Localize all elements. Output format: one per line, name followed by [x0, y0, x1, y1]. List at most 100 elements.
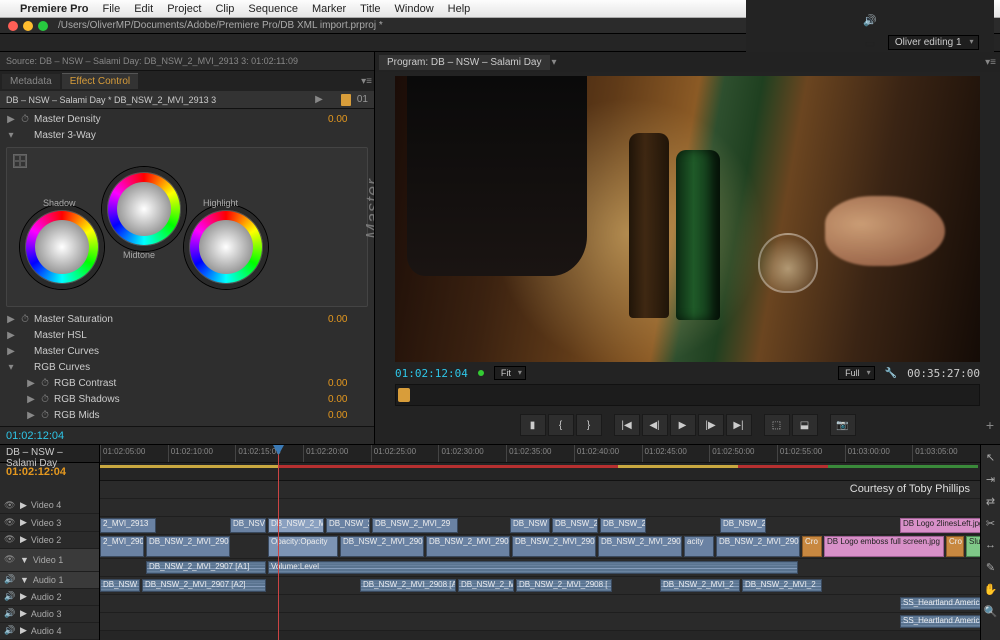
stopwatch-icon[interactable]: ⏱ — [40, 394, 50, 405]
track-a4[interactable]: SS_Heartland Americana — [100, 613, 980, 631]
clip[interactable]: Cro — [802, 536, 822, 557]
zoom-window[interactable] — [38, 21, 48, 31]
value[interactable]: 0.00 — [328, 394, 368, 405]
speaker-icon[interactable]: 🔊 — [4, 574, 16, 585]
marker-icon[interactable] — [341, 94, 351, 106]
lift-button[interactable]: ⬚ — [764, 414, 790, 436]
twirl-icon[interactable]: ▶ — [6, 114, 16, 125]
clip[interactable]: Volume:Level — [268, 561, 798, 574]
settings-icon[interactable]: 🔧 — [885, 368, 897, 379]
clip[interactable]: DB_NSW_2_MVI_2907 [A1] — [146, 561, 266, 574]
wifi-icon[interactable]: ⌔ — [865, 0, 875, 4]
panel-menu-icon[interactable]: ▾≡ — [985, 57, 996, 68]
track-header-a3[interactable]: 🔊▶Audio 3 — [0, 606, 99, 623]
video-viewport[interactable] — [395, 76, 980, 362]
clip[interactable]: DB_NSW_2_MVI_2907 [A2] — [142, 579, 266, 592]
param-rgb-curves[interactable]: RGB Curves — [34, 362, 368, 373]
param-rgb-contrast[interactable]: RGB Contrast — [54, 378, 324, 389]
dropdown-icon[interactable]: ▾ — [552, 57, 557, 68]
clip[interactable]: DB_NSW_2_MVI_2 — [660, 579, 740, 592]
clip[interactable]: DB_NSW — [100, 579, 140, 592]
clip[interactable]: SS_Heartland Americana 2 — [900, 597, 980, 610]
clip[interactable]: DB_NSW_2_MVI_2907 — [716, 536, 800, 557]
menu-sequence[interactable]: Sequence — [248, 3, 298, 15]
work-area-bar[interactable] — [100, 463, 980, 481]
clip[interactable]: DB_NSW_2_MVI_2907 — [146, 536, 230, 557]
add-marker-button[interactable]: ▮ — [520, 414, 546, 436]
eye-icon[interactable]: 👁 — [4, 517, 16, 528]
shadow-wheel[interactable] — [25, 210, 99, 284]
stopwatch-icon[interactable]: ⏱ — [20, 114, 30, 125]
param-master-3way[interactable]: Master 3-Way — [34, 130, 368, 141]
track-v2[interactable]: 2_MVI_2913 DB_NSV DB_NSW_2_M DB_NSW_2 DB… — [100, 517, 980, 535]
stopwatch-icon[interactable]: ⏱ — [40, 378, 50, 389]
mark-out-button[interactable]: } — [576, 414, 602, 436]
resolution-dropdown[interactable]: Full — [838, 366, 875, 380]
source-timecode[interactable]: 01:02:12:04 — [6, 430, 64, 442]
go-to-out-button[interactable]: ▶| — [726, 414, 752, 436]
stopwatch-icon[interactable]: ⏱ — [20, 314, 30, 325]
track-header-a2[interactable]: 🔊▶Audio 2 — [0, 589, 99, 606]
razor-tool[interactable]: ✂ — [983, 515, 999, 531]
track-header-v3[interactable]: 👁▶Video 3 — [0, 514, 99, 531]
pen-tool[interactable]: ✎ — [983, 559, 999, 575]
stopwatch-icon[interactable]: ⏱ — [40, 410, 50, 421]
slip-tool[interactable]: ↔ — [983, 537, 999, 553]
twirl-icon[interactable]: ▶ — [6, 330, 16, 341]
ripple-edit-tool[interactable]: ⇄ — [983, 493, 999, 509]
go-to-in-button[interactable]: |◀ — [614, 414, 640, 436]
speaker-icon[interactable]: 🔊 — [4, 591, 16, 602]
clip[interactable]: DB_NSW_2_M — [458, 579, 514, 592]
zoom-tool[interactable]: 🔍 — [983, 603, 999, 619]
clip[interactable]: 2_MVI_2907 — [100, 536, 144, 557]
tab-effect-controls[interactable]: Effect Control — [62, 73, 138, 89]
menu-clip[interactable]: Clip — [215, 3, 234, 15]
track-v3[interactable] — [100, 499, 980, 517]
param-rgb-shadows[interactable]: RGB Shadows — [54, 394, 324, 405]
menu-marker[interactable]: Marker — [312, 3, 346, 15]
panel-menu-icon[interactable]: ▾≡ — [361, 76, 372, 87]
track-a3[interactable]: SS_Heartland Americana 2 — [100, 595, 980, 613]
workspace-dropdown[interactable]: Oliver editing 1 — [888, 35, 979, 50]
clip[interactable]: Cro — [946, 536, 964, 557]
param-master-density[interactable]: Master Density — [34, 114, 324, 125]
value[interactable]: 0.00 — [328, 378, 368, 389]
track-header-v4[interactable]: 👁▶Video 4 — [0, 497, 99, 514]
clip[interactable]: DB_NSV — [230, 518, 266, 533]
menu-title[interactable]: Title — [360, 3, 380, 15]
param-rgb-mids[interactable]: RGB Mids — [54, 410, 324, 421]
tab-metadata[interactable]: Metadata — [2, 74, 60, 89]
value[interactable]: 0.00 — [328, 410, 368, 421]
eye-icon[interactable]: 👁 — [4, 554, 16, 565]
clip[interactable]: DB_NSW_2 — [326, 518, 370, 533]
export-frame-button[interactable]: 📷 — [830, 414, 856, 436]
program-scrubber[interactable] — [395, 384, 980, 406]
play-button[interactable]: ▶ — [670, 414, 696, 436]
clip[interactable]: SS_Heartland Americana — [900, 615, 980, 628]
menu-window[interactable]: Window — [395, 3, 434, 15]
value[interactable]: 0.00 — [328, 314, 368, 325]
clip[interactable]: DB Logo 2linesLeft.jpg — [900, 518, 980, 533]
menu-file[interactable]: File — [102, 3, 120, 15]
battery-icon[interactable]: ▭ — [865, 37, 875, 50]
playhead[interactable] — [278, 445, 279, 640]
param-master-saturation[interactable]: Master Saturation — [34, 314, 324, 325]
traffic-lights[interactable] — [8, 21, 48, 31]
app-menu[interactable]: Premiere Pro — [20, 3, 88, 15]
grid-toggle-icon[interactable] — [13, 154, 27, 168]
selection-tool[interactable]: ↖ — [983, 449, 999, 465]
step-back-button[interactable]: ◀| — [642, 414, 668, 436]
minimize-window[interactable] — [23, 21, 33, 31]
close-window[interactable] — [8, 21, 18, 31]
value[interactable]: 0.00 — [328, 114, 368, 125]
param-master-hsl[interactable]: Master HSL — [34, 330, 368, 341]
twirl-icon[interactable]: ▾ — [6, 130, 16, 141]
twirl-icon[interactable]: ▶ — [6, 314, 16, 325]
button-editor-icon[interactable]: + — [986, 417, 994, 433]
clip[interactable]: DB_NSW_2_MVI_2908 — [426, 536, 510, 557]
clip[interactable]: DB_NSW_2_MVI_29 — [372, 518, 458, 533]
track-header-v2[interactable]: 👁▶Video 2 — [0, 532, 99, 549]
hand-tool[interactable]: ✋ — [983, 581, 999, 597]
menu-project[interactable]: Project — [167, 3, 201, 15]
twirl-icon[interactable]: ▶ — [26, 378, 36, 389]
